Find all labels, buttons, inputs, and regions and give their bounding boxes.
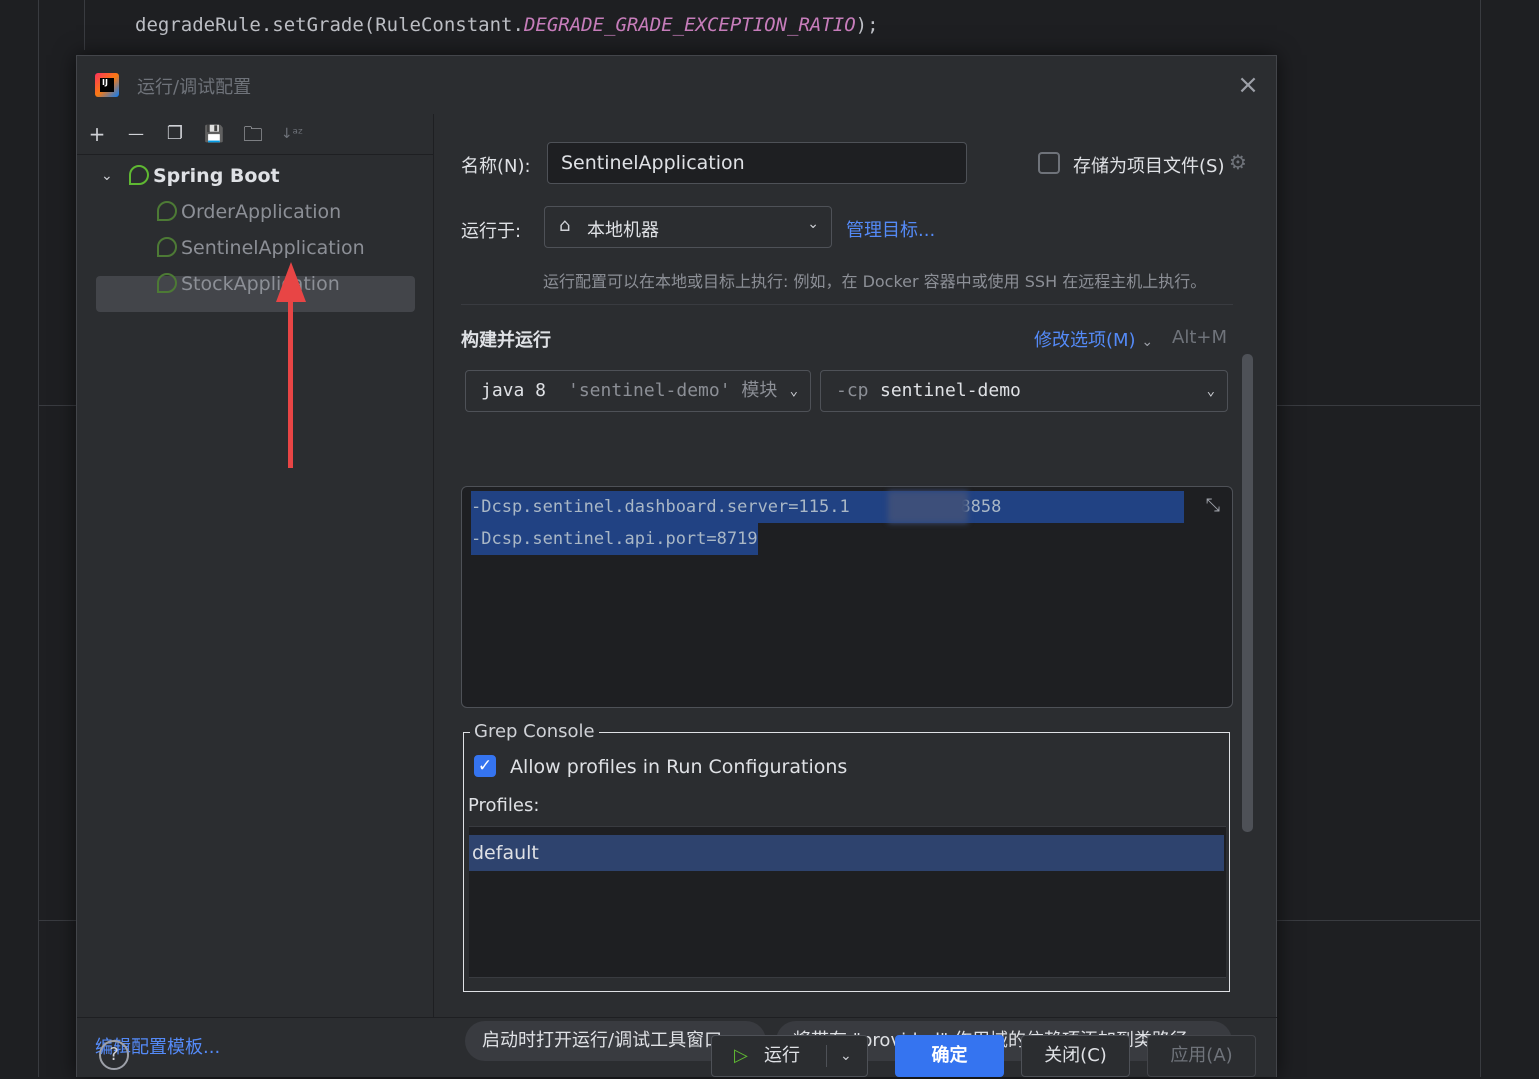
vm-option-line: -Dcsp.sentinel.dashboard.server=115.134:… [471,491,1184,523]
gutter-divider [84,0,85,50]
jdk-module: 'sentinel-demo' 模块 [568,380,778,401]
cp-prefix: -cp [836,380,869,401]
vm-option-line: -Dcsp.sentinel.api.port=8719 [471,523,758,555]
name-input[interactable]: SentinelApplication [547,142,967,184]
tree-item-stock-application[interactable]: StockApplication [157,266,340,302]
intellij-logo-icon: IJ [95,73,119,97]
chevron-down-icon: ⌄ [1206,383,1215,399]
modify-options-link[interactable]: 修改选项(M) ⌄ [1034,326,1153,352]
annotation-arrow [288,292,293,468]
section-separator [461,304,1233,305]
help-button[interactable]: ? [99,1040,129,1070]
editor-rule [38,0,39,1077]
vm-line-text: -Dcsp.sentinel.dashboard.server=115.1 [471,497,850,517]
run-debug-config-dialog: IJ 运行/调试配置 × + — ❐ 💾 🗀 ↓ᵃᶻ ⌄ Spring Boot… [76,55,1277,1077]
spring-boot-icon [129,165,149,185]
spring-boot-icon [157,237,177,257]
list-item[interactable]: default [469,835,1224,871]
close-icon[interactable]: × [1235,72,1261,98]
close-button[interactable]: 关闭(C) [1021,1035,1130,1077]
code-token: degradeRule.setGrade( [135,14,376,36]
profiles-list[interactable]: default [469,826,1226,978]
config-tree-panel: + — ❐ 💾 🗀 ↓ᵃᶻ ⌄ Spring Boot OrderApplica… [77,114,434,1058]
tree-toolbar: + — ❐ 💾 🗀 ↓ᵃᶻ [77,114,433,155]
ok-button[interactable]: 确定 [895,1035,1004,1077]
jdk-dropdown[interactable]: java 8 'sentinel-demo' 模块 ⌄ [465,370,811,412]
build-run-title: 构建并运行 [461,330,551,351]
vertical-scrollbar[interactable] [1242,354,1253,832]
allow-profiles-checkbox[interactable]: ✓ [474,755,496,777]
code-line: degradeRule.setGrade(RuleConstant.DEGRAD… [135,14,879,36]
run-button-group: ▷ 运行 ⌄ [711,1035,868,1077]
allow-profiles-label: Allow profiles in Run Configurations [510,756,848,778]
profiles-label: Profiles: [468,795,540,816]
logo-text: IJ [102,78,108,87]
name-label: 名称(N): [461,156,531,177]
grep-console-group: Grep Console ✓ Allow profiles in Run Con… [463,721,1230,992]
tree-item-label: OrderApplication [181,201,342,223]
manage-targets-link[interactable]: 管理目标... [846,216,935,242]
run-triangle-icon: ▷ [734,1045,748,1066]
button-divider [826,1045,827,1067]
chevron-down-icon[interactable]: ⌄ [101,158,115,194]
tree-item-order-application[interactable]: OrderApplication [157,194,341,230]
editor-rule [1277,920,1480,921]
dialog-title: 运行/调试配置 [137,77,252,98]
gear-icon[interactable]: ⚙ [1229,150,1247,174]
chevron-down-icon: ⌄ [789,383,798,399]
dialog-titlebar: IJ 运行/调试配置 × [77,56,1277,114]
editor-rule [1480,0,1481,1077]
editor-rule [38,920,76,921]
store-as-project-file-label: 存储为项目文件(S) [1073,156,1225,177]
config-details-panel: 名称(N): SentinelApplication 存储为项目文件(S) ⚙ … [434,114,1277,1061]
jdk-value: java 8 [481,380,547,401]
run-on-label: 运行于: [461,221,522,242]
tree-item-label: SentinelApplication [181,237,365,259]
editor-rule [38,405,76,406]
run-on-value: 本地机器 [587,220,659,241]
collapse-icon[interactable]: ⤡ [1206,495,1220,516]
sort-icon[interactable]: ↓ᵃᶻ [280,122,304,146]
spring-boot-icon [157,273,177,293]
new-folder-icon[interactable]: 🗀 [241,122,265,146]
chevron-down-icon: ⌄ [807,216,819,232]
dialog-footer: ? ▷ 运行 ⌄ 确定 关闭(C) 应用(A) [77,1017,1277,1079]
copy-icon[interactable]: ❐ [163,122,187,146]
grep-console-legend: Grep Console [470,721,599,742]
store-as-project-file-checkbox[interactable] [1038,152,1060,174]
apply-button[interactable]: 应用(A) [1147,1035,1256,1077]
chevron-down-icon: ⌄ [1141,334,1154,350]
spring-boot-icon [157,201,177,221]
chevron-down-icon[interactable]: ⌄ [840,1036,852,1076]
run-on-hint: 运行配置可以在本地或目标上执行: 例如，在 Docker 容器中或使用 SSH … [543,272,1207,291]
editor-rule [1277,405,1480,406]
vm-options-textarea[interactable]: -Dcsp.sentinel.dashboard.server=115.134:… [461,486,1233,708]
code-token: ); [855,14,879,36]
tree-item-label: StockApplication [181,273,340,295]
cp-value: sentinel-demo [880,380,1021,401]
redaction-blur [888,491,968,523]
run-button[interactable]: 运行 [764,1036,800,1076]
run-on-dropdown[interactable]: ⌂ 本地机器 ⌄ [544,206,832,248]
modify-options-label: 修改选项(M) [1034,330,1136,351]
modify-options-shortcut: Alt+M [1172,327,1227,348]
tree-group-spring-boot[interactable]: ⌄ Spring Boot [77,158,417,194]
code-token: RuleConstant. [375,14,524,36]
save-icon[interactable]: 💾 [202,122,226,146]
add-icon[interactable]: + [85,122,109,146]
remove-icon[interactable]: — [124,122,148,146]
tree-item-sentinel-application[interactable]: SentinelApplication [157,230,365,266]
tree-group-label: Spring Boot [153,165,280,187]
code-token-constant: DEGRADE_GRADE_EXCEPTION_RATIO [523,14,856,36]
home-icon: ⌂ [559,215,571,236]
classpath-dropdown[interactable]: -cp sentinel-demo ⌄ [820,370,1228,412]
